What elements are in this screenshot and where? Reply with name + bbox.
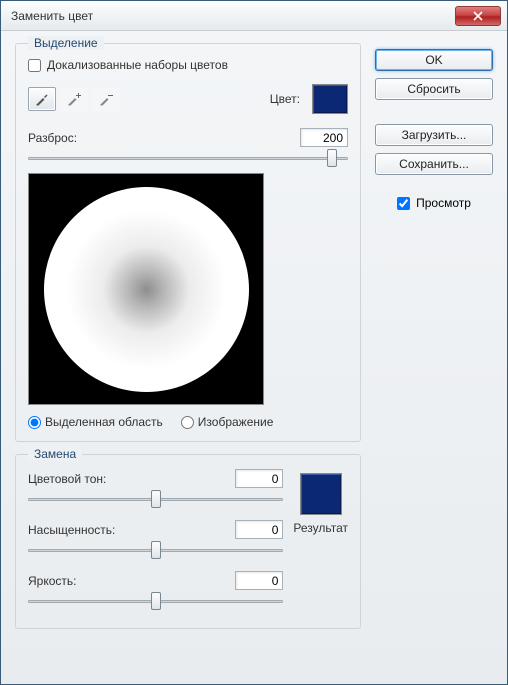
- eyedropper-subtract-tool[interactable]: [92, 87, 120, 111]
- lightness-label: Яркость:: [28, 574, 76, 588]
- close-button[interactable]: [455, 6, 501, 26]
- left-column: Выделение Докализованные наборы цветов: [15, 43, 361, 672]
- eyedropper-tool[interactable]: [28, 87, 56, 111]
- load-button[interactable]: Загрузить...: [375, 124, 493, 146]
- localized-sets-checkbox[interactable]: [28, 59, 41, 72]
- view-image-radio[interactable]: [181, 416, 194, 429]
- fuzziness-thumb[interactable]: [327, 149, 337, 167]
- localized-sets-label: Докализованные наборы цветов: [47, 58, 228, 72]
- hue-row: Цветовой тон:: [28, 469, 283, 508]
- eyedropper-plus-icon: [66, 91, 82, 107]
- right-column: OK Сбросить Загрузить... Сохранить... Пр…: [375, 43, 493, 672]
- lightness-thumb[interactable]: [151, 592, 161, 610]
- result-swatch[interactable]: [300, 473, 342, 515]
- dialog-content: Выделение Докализованные наборы цветов: [1, 31, 507, 684]
- saturation-input[interactable]: [235, 520, 283, 539]
- selection-preview: [28, 173, 264, 405]
- view-selection-label: Выделенная область: [45, 415, 163, 429]
- lightness-input[interactable]: [235, 571, 283, 590]
- hue-label: Цветовой тон:: [28, 472, 106, 486]
- preview-mask-icon: [44, 187, 249, 392]
- fuzziness-slider[interactable]: [28, 149, 348, 167]
- result-column: Результат: [293, 469, 348, 616]
- result-label: Результат: [293, 521, 348, 535]
- hue-input[interactable]: [235, 469, 283, 488]
- eyedropper-toolrow: Цвет:: [28, 84, 348, 114]
- titlebar: Заменить цвет: [1, 1, 507, 31]
- hue-thumb[interactable]: [151, 490, 161, 508]
- color-label: Цвет:: [270, 92, 300, 106]
- replace-color-dialog: Заменить цвет Выделение Докализованные н…: [0, 0, 508, 685]
- eyedropper-minus-icon: [98, 91, 114, 107]
- save-button[interactable]: Сохранить...: [375, 153, 493, 175]
- selection-group: Выделение Докализованные наборы цветов: [15, 43, 361, 442]
- view-image-option[interactable]: Изображение: [181, 415, 274, 429]
- saturation-row: Насыщенность:: [28, 520, 283, 559]
- ok-button[interactable]: OK: [375, 49, 493, 71]
- view-mode-radios: Выделенная область Изображение: [28, 415, 348, 429]
- view-image-label: Изображение: [198, 415, 274, 429]
- fuzziness-input[interactable]: [300, 128, 348, 147]
- fuzziness-row: Разброс:: [28, 128, 348, 167]
- hue-slider[interactable]: [28, 490, 283, 508]
- selection-legend: Выделение: [28, 36, 104, 50]
- preview-checkbox-label: Просмотр: [416, 196, 471, 210]
- close-icon: [473, 11, 483, 21]
- localized-sets-row: Докализованные наборы цветов: [28, 58, 348, 72]
- eyedropper-icon: [34, 91, 50, 107]
- saturation-slider[interactable]: [28, 541, 283, 559]
- reset-button[interactable]: Сбросить: [375, 78, 493, 100]
- preview-checkbox-row: Просмотр: [375, 196, 493, 210]
- preview-checkbox[interactable]: [397, 197, 410, 210]
- window-title: Заменить цвет: [11, 9, 455, 23]
- saturation-label: Насыщенность:: [28, 523, 115, 537]
- saturation-thumb[interactable]: [151, 541, 161, 559]
- eyedropper-add-tool[interactable]: [60, 87, 88, 111]
- color-swatch[interactable]: [312, 84, 348, 114]
- replacement-legend: Замена: [28, 447, 82, 461]
- fuzziness-label: Разброс:: [28, 131, 77, 145]
- replacement-group: Замена Цветовой тон:: [15, 454, 361, 629]
- view-selection-radio[interactable]: [28, 416, 41, 429]
- view-selection-option[interactable]: Выделенная область: [28, 415, 163, 429]
- lightness-row: Яркость:: [28, 571, 283, 610]
- lightness-slider[interactable]: [28, 592, 283, 610]
